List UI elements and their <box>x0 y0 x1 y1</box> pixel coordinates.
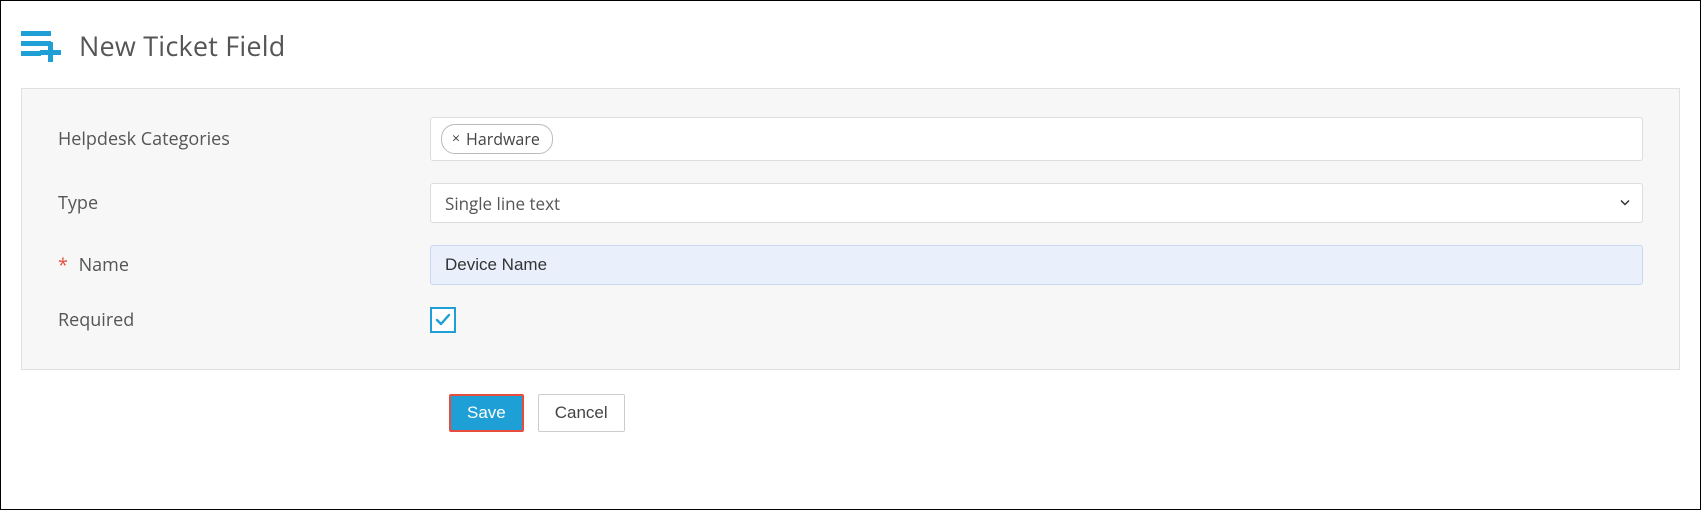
label-type: Type <box>58 191 430 215</box>
required-marker: * <box>58 253 68 277</box>
required-checkbox[interactable] <box>430 307 456 333</box>
type-select-value: Single line text <box>445 192 560 215</box>
row-categories: Helpdesk Categories × Hardware <box>58 117 1643 161</box>
name-input[interactable] <box>430 245 1643 285</box>
form-panel: Helpdesk Categories × Hardware Type Sing… <box>21 88 1680 370</box>
check-icon <box>434 311 452 329</box>
page-container: New Ticket Field Helpdesk Categories × H… <box>0 0 1701 510</box>
cancel-button[interactable]: Cancel <box>538 394 625 432</box>
row-type: Type Single line text <box>58 183 1643 223</box>
label-categories: Helpdesk Categories <box>58 127 430 151</box>
save-button[interactable]: Save <box>449 394 524 432</box>
row-required: Required <box>58 307 1643 333</box>
remove-pill-icon[interactable]: × <box>452 132 460 146</box>
page-title: New Ticket Field <box>79 27 285 64</box>
label-required: Required <box>58 308 430 332</box>
categories-input[interactable]: × Hardware <box>430 117 1643 161</box>
label-name: * Name <box>58 253 430 277</box>
category-pill[interactable]: × Hardware <box>441 124 553 154</box>
type-select[interactable]: Single line text <box>430 183 1643 223</box>
page-header: New Ticket Field <box>21 27 1680 64</box>
chevron-down-icon <box>1620 195 1630 212</box>
row-name: * Name <box>58 245 1643 285</box>
form-actions: Save Cancel <box>449 394 1680 432</box>
new-field-icon <box>21 29 65 63</box>
category-pill-label: Hardware <box>466 128 540 150</box>
